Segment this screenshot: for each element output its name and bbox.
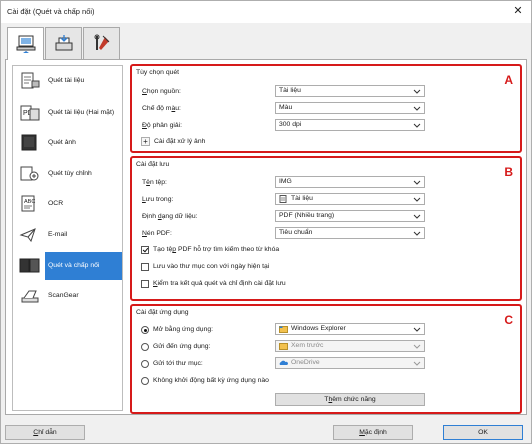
- chevron-down-icon: [413, 344, 421, 349]
- send-to-folder-radio[interactable]: [141, 360, 149, 368]
- data-format-dropdown[interactable]: PDF (Nhiều trang): [275, 210, 425, 222]
- document-folder-icon: [279, 195, 287, 203]
- callout-letter-b: B: [504, 165, 513, 179]
- tab-scan-from-device[interactable]: [45, 27, 82, 59]
- group-title: Cài đặt lưu: [136, 161, 170, 168]
- group-title: Tùy chọn quét: [136, 69, 180, 76]
- send-to-app-dropdown[interactable]: Xem trước: [275, 340, 425, 352]
- save-subfolder-label: Lưu vào thư mục con với ngày hiện tại: [153, 263, 270, 270]
- help-button[interactable]: Chỉ dẫn: [5, 425, 85, 440]
- image-processing-label: Cài đặt xử lý ảnh: [154, 138, 206, 145]
- close-icon[interactable]: ✕: [512, 5, 524, 17]
- svg-text:ABC: ABC: [24, 199, 35, 205]
- ok-button[interactable]: OK: [443, 425, 523, 440]
- searchable-pdf-checkbox[interactable]: [141, 246, 149, 254]
- select-source-label: Chọn nguồn:: [142, 88, 181, 95]
- document-scan-icon: [21, 72, 40, 89]
- searchable-pdf-label: Tạo tệp PDF hỗ trợ tìm kiếm theo từ khóa: [153, 246, 280, 253]
- application-settings-group: Cài đặt ứng dụng C Mở bằng ứng dụng: Win…: [130, 304, 522, 414]
- open-with-app-dropdown[interactable]: Windows Explorer: [275, 323, 425, 335]
- open-with-app-label: Mở bằng ứng dụng:: [153, 326, 214, 333]
- email-icon: [19, 228, 36, 243]
- file-name-label: Tên tệp:: [142, 179, 167, 186]
- sidebar-item-scangear[interactable]: ScanGear: [13, 282, 122, 310]
- duplex-document-scan-icon: PDF: [20, 105, 40, 121]
- onedrive-cloud-icon: [279, 360, 288, 365]
- callout-letter-a: A: [504, 73, 513, 87]
- sidebar-item-stitch-scan[interactable]: Quét và chấp nối: [13, 252, 122, 280]
- chevron-down-icon: [413, 214, 421, 219]
- no-app-label: Không khởi động bất kỳ ứng dụng nào: [153, 377, 269, 384]
- scan-device-icon: [55, 34, 72, 50]
- color-mode-dropdown[interactable]: Màu: [275, 102, 425, 114]
- send-to-folder-dropdown[interactable]: OneDrive: [275, 357, 425, 369]
- select-source-dropdown[interactable]: Tài liệu: [275, 85, 425, 97]
- sidebar-item-label: Quét và chấp nối: [48, 262, 100, 269]
- chevron-down-icon: [413, 89, 421, 94]
- chevron-down-icon: [413, 180, 421, 185]
- custom-scan-icon: [20, 166, 39, 181]
- send-to-folder-label: Gửi tới thư mục:: [153, 360, 203, 367]
- group-title: Cài đặt ứng dụng: [136, 309, 189, 316]
- image-processing-expand-button[interactable]: +: [141, 137, 150, 146]
- sidebar-item-custom-scan[interactable]: Quét tùy chỉnh: [13, 160, 122, 188]
- save-subfolder-checkbox[interactable]: [141, 263, 149, 271]
- check-scan-results-label: Kiểm tra kết quả quét và chỉ định cài đặ…: [153, 280, 286, 287]
- sidebar-item-document-scan[interactable]: Quét tài liệu: [13, 67, 122, 95]
- pdf-compression-label: Nén PDF:: [142, 230, 172, 237]
- color-mode-label: Chế độ màu:: [142, 105, 181, 112]
- scangear-icon: [21, 290, 39, 303]
- window-title: Cài đặt (Quét và chấp nối): [7, 7, 95, 16]
- scan-options-group: Tùy chọn quét A Chọn nguồn: Tài liệu Chế…: [130, 64, 522, 153]
- sidebar-item-label: E-mail: [48, 231, 68, 238]
- folder-icon: [279, 343, 288, 350]
- save-in-dropdown[interactable]: Tài liệu: [275, 193, 425, 205]
- settings-content: Quét tài liệu PDF Quét tài liệu (Hai mặt…: [5, 59, 527, 415]
- save-in-label: Lưu trong:: [142, 196, 174, 203]
- chevron-down-icon: [413, 197, 421, 202]
- sidebar-item-photo-scan[interactable]: Quét ảnh: [13, 129, 122, 157]
- sidebar-item-label: ScanGear: [48, 292, 79, 299]
- chevron-down-icon: [413, 327, 421, 332]
- windows-explorer-icon: [279, 326, 288, 333]
- check-scan-results-checkbox[interactable]: [141, 280, 149, 288]
- photo-scan-icon: [21, 134, 37, 151]
- no-app-radio[interactable]: [141, 377, 149, 385]
- sidebar-item-label: Quét tùy chỉnh: [48, 170, 92, 177]
- scan-computer-icon: [16, 35, 35, 53]
- tools-icon: [94, 34, 109, 50]
- chevron-down-icon: [413, 231, 421, 236]
- sidebar-item-ocr[interactable]: ABC OCR: [13, 190, 122, 218]
- sidebar-item-label: OCR: [48, 200, 64, 207]
- scan-type-sidebar: Quét tài liệu PDF Quét tài liệu (Hai mặt…: [12, 65, 123, 411]
- defaults-button[interactable]: Mặc định: [333, 425, 413, 440]
- title-bar: Cài đặt (Quét và chấp nối) ✕: [1, 1, 531, 23]
- sidebar-item-label: Quét ảnh: [48, 139, 76, 146]
- sidebar-item-label: Quét tài liệu (Hai mặt): [48, 109, 115, 116]
- tab-general-settings[interactable]: [83, 27, 120, 59]
- pdf-compression-dropdown[interactable]: Tiêu chuẩn: [275, 227, 425, 239]
- add-function-button[interactable]: Thêm chức năng: [275, 393, 425, 406]
- send-to-app-radio[interactable]: [141, 343, 149, 351]
- chevron-down-icon: [413, 106, 421, 111]
- callout-letter-c: C: [504, 313, 513, 327]
- file-name-field[interactable]: IMG: [275, 176, 425, 188]
- send-to-app-label: Gửi đến ứng dụng:: [153, 343, 211, 350]
- sidebar-item-duplex-document-scan[interactable]: PDF Quét tài liệu (Hai mặt): [13, 99, 122, 127]
- save-settings-group: Cài đặt lưu B Tên tệp: IMG Lưu trong: Tà…: [130, 156, 522, 301]
- resolution-label: Độ phân giải:: [142, 122, 183, 129]
- chevron-down-icon: [413, 123, 421, 128]
- settings-window: Cài đặt (Quét và chấp nối) ✕ Quét tài li…: [0, 0, 532, 444]
- ocr-icon: ABC: [21, 195, 35, 212]
- resolution-dropdown[interactable]: 300 dpi: [275, 119, 425, 131]
- sidebar-item-email[interactable]: E-mail: [13, 221, 122, 249]
- chevron-down-icon: [413, 361, 421, 366]
- stitch-scan-icon: [19, 258, 40, 273]
- sidebar-item-label: Quét tài liệu: [48, 77, 85, 84]
- open-with-app-radio[interactable]: [141, 326, 149, 334]
- tab-scan-from-computer[interactable]: [7, 27, 44, 60]
- data-format-label: Định dạng dữ liệu:: [142, 213, 198, 220]
